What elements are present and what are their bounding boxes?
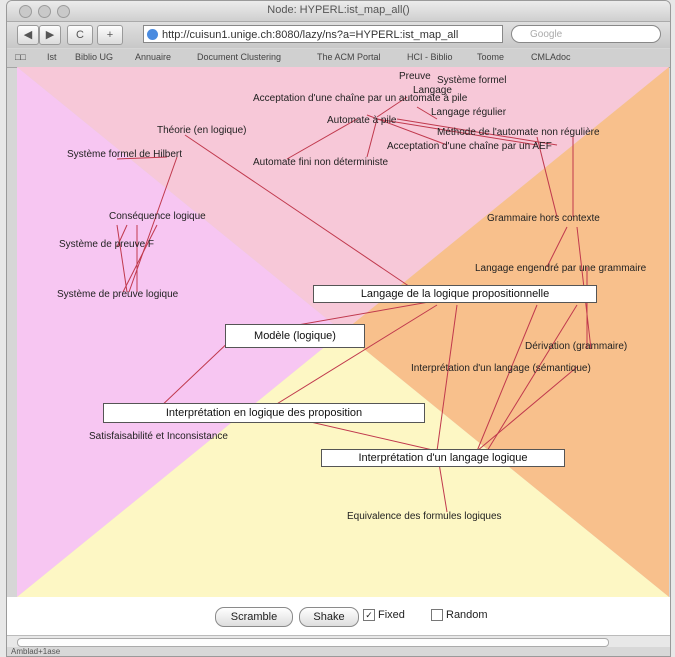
concept-map-canvas[interactable]: Preuve Système formel Langage Acceptatio… [17,67,669,597]
back-button[interactable]: ◀ [17,25,39,45]
bookmark-item[interactable]: Ist [47,52,57,62]
map-label-systeme-preuve-logique[interactable]: Système de preuve logique [57,289,178,301]
shake-button[interactable]: Shake [299,607,359,627]
node-modele-logique[interactable]: Modèle (logique) [225,324,365,348]
window-title: Node: HYPERL:ist_map_all() [267,4,410,16]
globe-icon [147,29,158,40]
scrollbar-thumb[interactable] [17,638,609,647]
fixed-checkbox[interactable]: ✓ Fixed [363,609,405,621]
bookmark-item[interactable]: Toome [477,52,504,62]
map-label-grammaire-hors-contexte[interactable]: Grammaire hors contexte [487,213,600,225]
checkmark-icon: ✓ [363,609,375,621]
node-interpretation-langage-logique[interactable]: Interprétation d'un langage logique [321,449,565,467]
title-bar: Node: HYPERL:ist_map_all() [7,1,670,22]
map-label-derivation[interactable]: Dérivation (grammaire) [525,341,627,353]
map-label-interpretation-semantique[interactable]: Interprétation d'un langage (sémantique) [411,363,591,375]
map-label-automate-fini[interactable]: Automate fini non déterministe [253,157,388,169]
node-interpretation-propositions[interactable]: Interprétation en logique des propositio… [103,403,425,423]
address-bar[interactable]: http://cuisun1.unige.ch:8080/lazy/ns?a=H… [143,25,503,43]
map-label-consequence-logique[interactable]: Conséquence logique [109,211,206,223]
map-label-langage-regulier[interactable]: Langage régulier [431,107,506,119]
map-label-acceptation-aef[interactable]: Acceptation d'une chaîne par un AEF [387,141,552,153]
navigation-toolbar: ◀ ▶ C + http://cuisun1.unige.ch:8080/laz… [7,22,670,48]
random-checkbox[interactable]: Random [431,609,488,621]
map-label-acceptation-pile[interactable]: Acceptation d'une chaîne par un automate… [253,93,467,105]
browser-window: Node: HYPERL:ist_map_all() ◀ ▶ C + http:… [6,0,671,657]
map-label-preuve[interactable]: Preuve [399,71,431,83]
random-label: Random [446,609,488,621]
bookmark-item[interactable]: Annuaire [135,52,171,62]
bookmark-item[interactable]: Document Clustering [197,52,281,62]
address-text: http://cuisun1.unige.ch:8080/lazy/ns?a=H… [162,29,459,41]
map-label-theorie[interactable]: Théorie (en logique) [157,125,247,137]
forward-button[interactable]: ▶ [39,25,61,45]
map-label-automate-pile[interactable]: Automate à pile [327,115,397,127]
reload-button[interactable]: C [67,25,93,45]
unchecked-box-icon [431,609,443,621]
map-label-langage-engendre[interactable]: Langage engendré par une grammaire [475,263,646,275]
bookmark-item[interactable]: Biblio UG [75,52,113,62]
add-bookmark-button[interactable]: + [97,25,123,45]
map-label-satisfaisabilite[interactable]: Satisfaisabilité et Inconsistance [89,431,228,443]
map-label-equivalence[interactable]: Equivalence des formules logiques [347,511,502,523]
scramble-button[interactable]: Scramble [215,607,293,627]
map-label-methode-automate[interactable]: Méthode de l'automate non régulière [437,127,600,139]
bookmarks-bar: □□ Ist Biblio UG Annuaire Document Clust… [7,49,670,68]
bookmarks-book-icon[interactable]: □□ [15,52,26,62]
bookmark-item[interactable]: The ACM Portal [317,52,381,62]
node-langage-logique-propositionnelle[interactable]: Langage de la logique propositionnelle [313,285,597,303]
status-bar: Amblad+1ase [7,647,670,656]
bookmark-item[interactable]: HCI - Biblio [407,52,453,62]
bookmark-item[interactable]: CMLAdoc [531,52,571,62]
map-label-systeme-hilbert[interactable]: Système formel de Hilbert [67,149,182,161]
map-label-systeme-preuve-f[interactable]: Système de preuve F [59,239,154,251]
search-input[interactable]: Google [511,25,661,43]
control-panel: Scramble Shake ✓ Fixed Random [7,597,670,635]
fixed-label: Fixed [378,609,405,621]
